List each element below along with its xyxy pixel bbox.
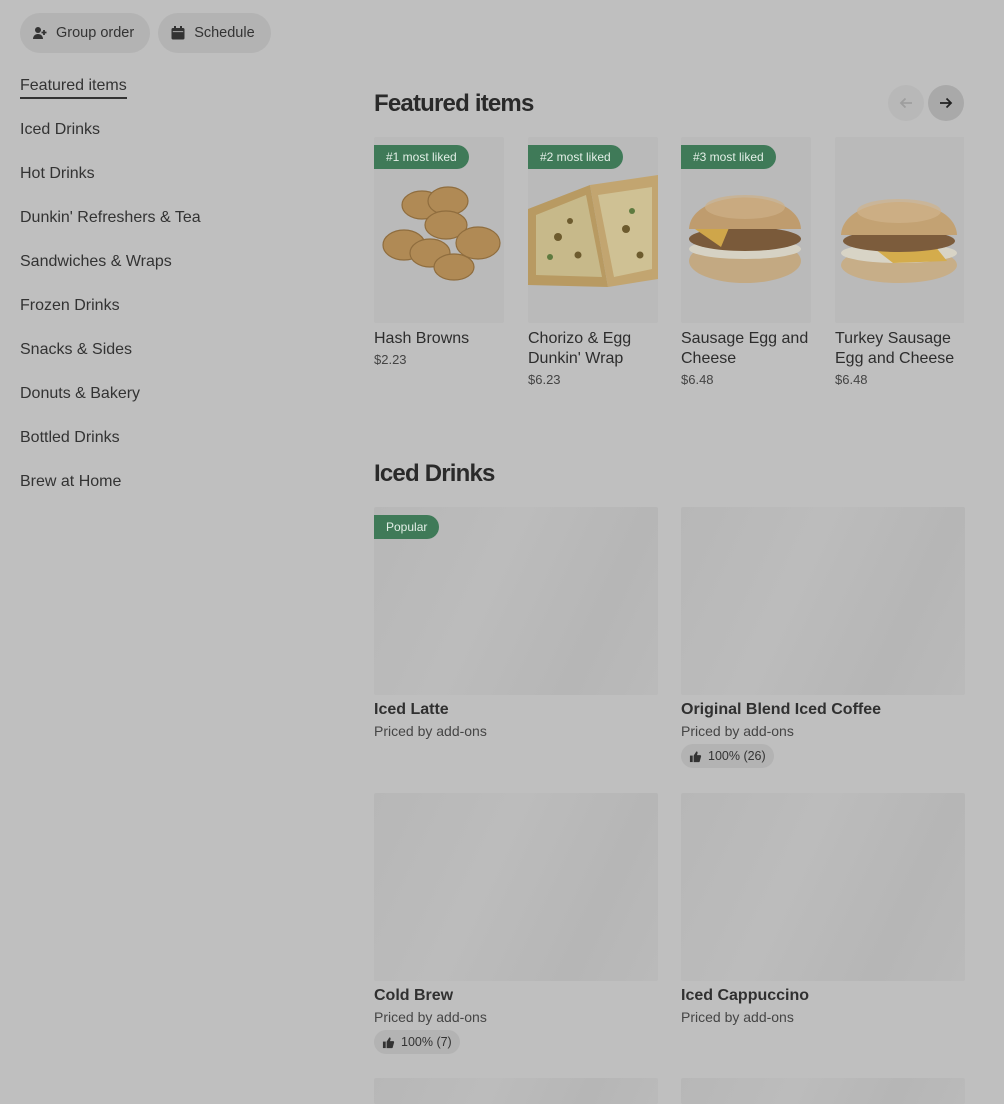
most-liked-badge: #1 most liked [374,145,469,169]
featured-item-card[interactable]: #2 most liked Chorizo & Egg Dunkin' Wrap… [528,137,658,387]
item-image: #3 most liked [681,137,811,323]
sidebar-item-sandwiches-wraps[interactable]: Sandwiches & Wraps [20,250,320,294]
sidebar-item-frozen-drinks[interactable]: Frozen Drinks [20,294,320,338]
sidebar-item-hot-drinks[interactable]: Hot Drinks [20,162,320,206]
item-price-note: Priced by add-ons [681,1009,794,1025]
item-name: Iced Latte [374,701,449,718]
item-price: $6.48 [681,372,714,387]
category-sidebar: Featured items Iced Drinks Hot Drinks Du… [20,74,320,514]
sidebar-item-label: Dunkin' Refreshers & Tea [20,209,201,226]
item-image-placeholder [681,1078,965,1104]
sidebar-item-label: Featured items [20,75,127,99]
item-image-placeholder [681,507,965,695]
rating-badge: 100% (26) [681,744,774,768]
sidebar-item-brew-at-home[interactable]: Brew at Home [20,470,320,514]
item-price: $6.23 [528,372,561,387]
item-image: #1 most liked [374,137,504,323]
schedule-label: Schedule [194,25,255,41]
item-price-note: Priced by add-ons [374,1009,487,1025]
sidebar-item-label: Brew at Home [20,473,122,490]
sidebar-item-refreshers-tea[interactable]: Dunkin' Refreshers & Tea [20,206,320,250]
featured-item-card[interactable]: Turkey Sausage Egg and Cheese $6.48 [835,137,964,387]
item-name: Chorizo & Egg Dunkin' Wrap [528,330,632,367]
add-person-icon [32,25,48,41]
rating-text: 100% (7) [401,1035,452,1049]
item-name: Iced Cappuccino [681,987,810,1004]
sidebar-item-snacks-sides[interactable]: Snacks & Sides [20,338,320,382]
menu-item-card[interactable] [681,1078,965,1104]
item-image: #2 most liked [528,137,658,323]
iced-drinks-section-title: Iced Drinks [374,460,495,487]
sidebar-item-featured-items[interactable]: Featured items [20,74,320,118]
item-price: $2.23 [374,352,407,367]
sidebar-item-label: Bottled Drinks [20,429,120,446]
arrow-right-icon [938,95,954,111]
thumbs-up-icon [382,1036,395,1049]
rating-text: 100% (26) [708,749,766,763]
item-image-placeholder [681,793,965,981]
featured-section-title: Featured items [374,90,534,117]
menu-item-card[interactable] [374,1078,658,1104]
menu-item-card[interactable]: Cold Brew Priced by add-ons 100% (7) [374,793,658,1054]
item-image [835,137,964,323]
item-image-placeholder [374,1078,658,1104]
group-order-button[interactable]: Group order [20,13,151,53]
item-image-placeholder [374,793,658,981]
sidebar-item-donuts-bakery[interactable]: Donuts & Bakery [20,382,320,426]
most-liked-badge: #3 most liked [681,145,776,169]
item-price-note: Priced by add-ons [681,723,794,739]
thumbs-up-icon [689,750,702,763]
item-name: Turkey Sausage Egg and Cheese [835,330,955,367]
item-image-placeholder: Popular [374,507,658,695]
most-liked-badge: #2 most liked [528,145,623,169]
calendar-icon [170,25,186,41]
menu-item-card[interactable]: Original Blend Iced Coffee Priced by add… [681,507,965,768]
featured-item-card[interactable]: #3 most liked Sausage Egg and Cheese $6.… [681,137,811,387]
sidebar-item-label: Donuts & Bakery [20,385,141,402]
item-name: Hash Browns [374,330,470,347]
carousel-next-button[interactable] [928,85,964,121]
sidebar-item-label: Snacks & Sides [20,341,133,358]
sidebar-item-iced-drinks[interactable]: Iced Drinks [20,118,320,162]
group-order-label: Group order [56,25,135,41]
menu-item-card[interactable]: Iced Cappuccino Priced by add-ons [681,793,965,1025]
order-options: Group order Schedule [20,13,271,53]
featured-carousel: #1 most liked Hash Browns $2.23 #2 most … [374,137,964,407]
sidebar-item-label: Frozen Drinks [20,297,120,314]
item-name: Sausage Egg and Cheese [681,330,809,367]
carousel-prev-button[interactable] [888,85,924,121]
menu-item-card[interactable]: Popular Iced Latte Priced by add-ons [374,507,658,739]
featured-item-card[interactable]: #1 most liked Hash Browns $2.23 [374,137,504,367]
item-name: Original Blend Iced Coffee [681,701,882,718]
sidebar-item-bottled-drinks[interactable]: Bottled Drinks [20,426,320,470]
item-name: Cold Brew [374,987,454,1004]
sidebar-item-label: Sandwiches & Wraps [20,253,172,270]
schedule-button[interactable]: Schedule [158,13,271,53]
sidebar-item-label: Hot Drinks [20,165,95,182]
item-price-note: Priced by add-ons [374,723,487,739]
item-price: $6.48 [835,372,868,387]
arrow-left-icon [898,95,914,111]
popular-badge: Popular [374,515,440,539]
sidebar-item-label: Iced Drinks [20,121,101,138]
rating-badge: 100% (7) [374,1030,460,1054]
